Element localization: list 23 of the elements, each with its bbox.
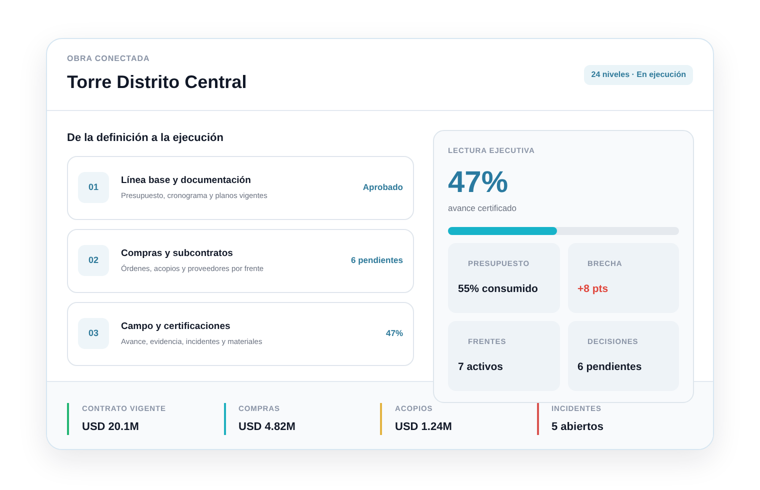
step-number: 03 <box>78 318 109 349</box>
metric-value: USD 4.82M <box>238 420 296 434</box>
eyebrow-label: OBRA CONECTADA <box>67 53 151 65</box>
phase-status: 6 pendientes <box>351 254 403 267</box>
section-title: De la definición a la ejecución <box>67 131 224 146</box>
step-number: 01 <box>78 172 109 203</box>
progress-value: 47% <box>448 166 510 200</box>
progress-caption: avance certificado <box>448 202 518 215</box>
phase-status: 47% <box>386 327 403 340</box>
phase-title: Línea base y documentación <box>121 174 252 188</box>
stat-value: 55% consumido <box>458 282 539 298</box>
metric-value: USD 20.1M <box>82 420 140 434</box>
stat-value: 7 activos <box>458 360 504 376</box>
stat-value: +8 pts <box>578 282 610 298</box>
project-title: Torre Distrito Central <box>67 71 247 94</box>
metric-value: 5 abiertos <box>552 420 604 434</box>
stat-value: 6 pendientes <box>578 360 643 376</box>
metric-value: USD 1.24M <box>395 420 452 434</box>
step-number: 02 <box>78 245 109 276</box>
phase-title: Campo y certificaciones <box>121 320 232 334</box>
phase-title: Compras y subcontratos <box>121 246 234 261</box>
phase-status: Aprobado <box>362 181 403 194</box>
status-badge: 24 niveles · En ejecución <box>584 64 693 84</box>
